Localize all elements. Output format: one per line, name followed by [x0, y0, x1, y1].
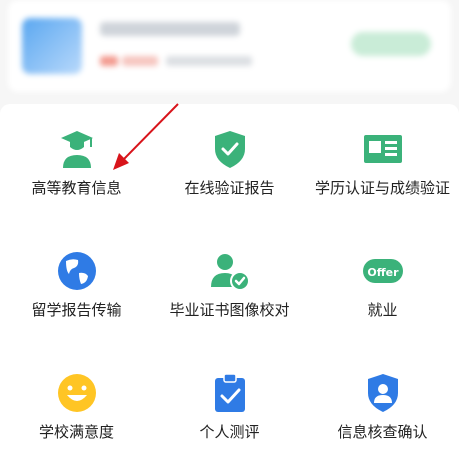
clipboard-check-icon: [214, 373, 245, 412]
blurred-thumbnail: [22, 18, 82, 74]
service-study-abroad-report[interactable]: 留学报告传输: [0, 226, 153, 346]
service-label: 信息核查确认: [337, 423, 428, 441]
service-label: 留学报告传输: [31, 301, 122, 319]
service-label: 学历认证与成绩验证: [314, 179, 450, 197]
blurred-action-button: [351, 32, 431, 56]
service-label: 学校满意度: [38, 423, 114, 441]
service-label: 高等教育信息: [31, 179, 122, 197]
blurred-tag: [122, 56, 158, 66]
user-check-icon: [210, 254, 250, 291]
service-label: 毕业证书图像校对: [169, 301, 290, 319]
blurred-top-card: [8, 0, 451, 92]
service-info-verification[interactable]: 信息核查确认: [306, 348, 459, 459]
service-higher-education-info[interactable]: 高等教育信息: [0, 104, 153, 224]
offer-badge-text: Offer: [367, 266, 399, 279]
blurred-title: [100, 22, 240, 36]
graduate-icon: [60, 131, 93, 168]
service-diploma-image-check[interactable]: 毕业证书图像校对: [153, 226, 306, 346]
user-badge-icon: [367, 374, 398, 412]
service-school-satisfaction[interactable]: 学校满意度: [0, 348, 153, 459]
service-personal-assessment[interactable]: 个人测评: [153, 348, 306, 459]
globe-icon: [57, 252, 96, 290]
id-card-icon: [363, 135, 402, 163]
service-label: 个人测评: [199, 423, 260, 441]
service-degree-certification[interactable]: 学历认证与成绩验证: [306, 104, 459, 224]
service-label: 在线验证报告: [184, 179, 275, 197]
service-grid: 高等教育信息 在线验证报告 学历认证与成绩验证 留学报告传输 毕业证书图像校对 …: [0, 104, 459, 459]
service-employment[interactable]: Offer 就业: [306, 226, 459, 346]
blurred-tag: [100, 56, 118, 66]
service-label: 就业: [367, 301, 398, 319]
service-online-verification-report[interactable]: 在线验证报告: [153, 104, 306, 224]
blurred-subtitle: [166, 56, 252, 66]
smiley-icon: [57, 374, 96, 412]
shield-check-icon: [214, 131, 245, 168]
offer-badge-icon: Offer: [362, 259, 403, 283]
